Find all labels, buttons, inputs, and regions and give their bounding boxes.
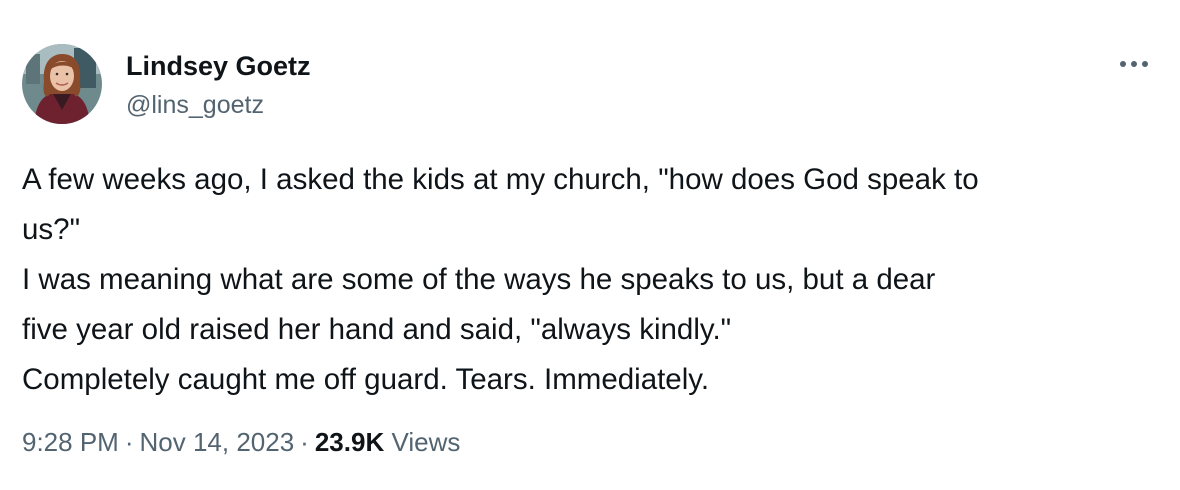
profile-photo-icon xyxy=(22,44,102,124)
tweet-text-line: five year old raised her hand and said, … xyxy=(22,313,732,346)
more-options-icon xyxy=(1120,61,1148,67)
tweet-card: Lindsey Goetz @lins_goetz A few weeks ag… xyxy=(0,0,1180,490)
tweet-meta: 9:28 PM · Nov 14, 2023 · 23.9K Views xyxy=(22,424,460,460)
views-count: 23.9K xyxy=(314,427,385,457)
timestamp-time[interactable]: 9:28 PM xyxy=(22,427,119,457)
tweet-text-line: Completely caught me off guard. Tears. I… xyxy=(22,363,710,396)
more-options-button[interactable] xyxy=(1114,50,1154,78)
timestamp-date[interactable]: Nov 14, 2023 xyxy=(140,427,295,457)
views-label: Views xyxy=(391,427,461,457)
views-link[interactable]: 23.9K Views xyxy=(315,427,461,457)
avatar[interactable] xyxy=(22,44,102,124)
author-name[interactable]: Lindsey Goetz xyxy=(126,49,311,83)
meta-separator: · xyxy=(300,427,309,457)
meta-separator: · xyxy=(124,427,134,457)
tweet-text: A few weeks ago, I asked the kids at my … xyxy=(22,155,1162,405)
tweet-text-line: I was meaning what are some of the ways … xyxy=(22,263,936,296)
tweet-text-line: us?" xyxy=(22,213,81,246)
author-handle[interactable]: @lins_goetz xyxy=(126,89,264,121)
tweet-text-line: A few weeks ago, I asked the kids at my … xyxy=(22,163,979,196)
